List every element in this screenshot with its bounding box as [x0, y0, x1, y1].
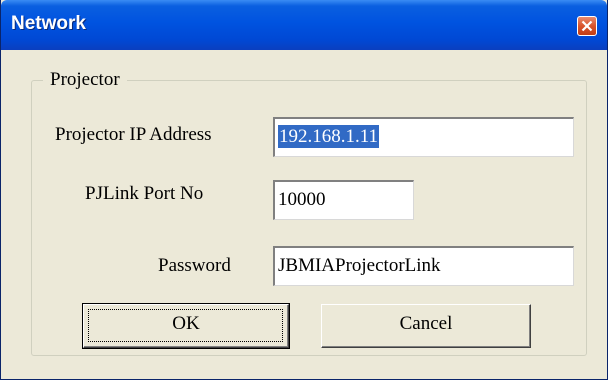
cancel-button-label: Cancel: [399, 313, 453, 334]
network-dialog: Network Projector Projector IP Address 1…: [0, 0, 608, 380]
pjlink-port-label: PJLink Port No: [85, 183, 204, 204]
window-title: Network: [11, 13, 86, 34]
password-label: Password: [158, 255, 231, 276]
close-button[interactable]: [577, 16, 597, 36]
focus-rectangle: [88, 309, 283, 342]
groupbox-label: Projector: [43, 69, 127, 91]
ip-address-input[interactable]: 192.168.1.11: [273, 117, 574, 157]
close-icon: [581, 20, 593, 32]
password-input[interactable]: JBMIAProjectorLink: [273, 246, 574, 286]
ip-address-label: Projector IP Address: [55, 124, 212, 145]
ip-address-value: 192.168.1.11: [278, 125, 380, 148]
title-bar[interactable]: Network: [1, 0, 607, 50]
pjlink-port-value: 10000: [278, 189, 326, 210]
password-value: JBMIAProjectorLink: [278, 255, 441, 276]
cancel-button[interactable]: Cancel: [321, 304, 531, 348]
ok-button[interactable]: OK: [82, 303, 290, 349]
pjlink-port-input[interactable]: 10000: [273, 180, 414, 220]
